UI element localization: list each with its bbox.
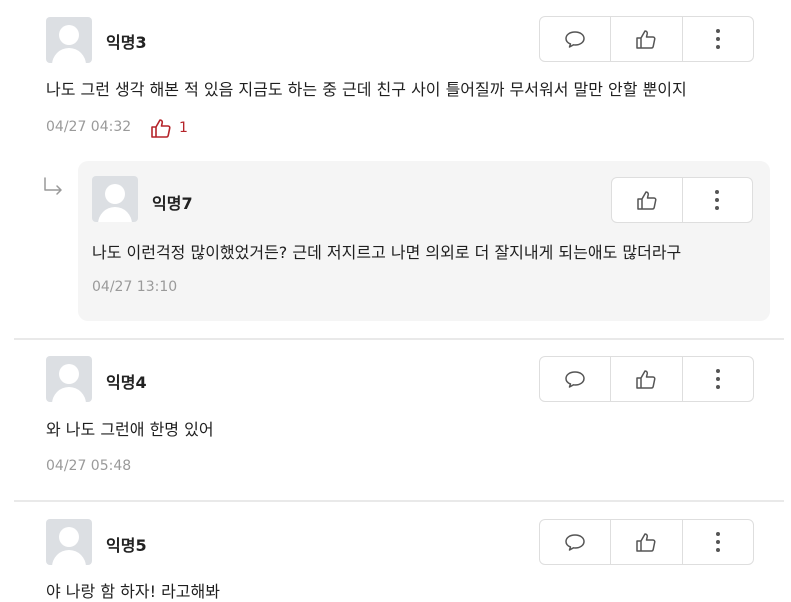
reply-button[interactable] xyxy=(540,17,610,61)
more-button[interactable] xyxy=(681,178,753,222)
comment-actions xyxy=(539,16,754,62)
speech-bubble-icon xyxy=(565,31,585,48)
comment-actions xyxy=(539,356,754,402)
comment-text: 야 나랑 함 하자! 라고해봐 xyxy=(46,582,220,601)
comment-actions xyxy=(539,519,754,565)
reply-item: 익명7 나도 이런걱정 많이했었거든? 근데 저지르고 나면 의외로 더 잘지내… xyxy=(78,161,770,321)
thumbs-up-icon xyxy=(636,30,656,49)
like-button[interactable] xyxy=(610,520,681,564)
reply-arrow-icon xyxy=(44,177,62,195)
speech-bubble-icon xyxy=(565,534,585,551)
like-button[interactable] xyxy=(610,17,681,61)
comment-author[interactable]: 익명4 xyxy=(106,369,147,393)
comment-text: 나도 이런걱정 많이했었거든? 근데 저지르고 나면 의외로 더 잘지내게 되는… xyxy=(92,243,682,262)
comment-timestamp: 04/27 04:32 xyxy=(46,119,132,135)
thumbs-up-icon xyxy=(637,191,657,210)
comment-item: 익명5 야 나랑 함 하자! 라고해봐 xyxy=(0,502,791,602)
comment-timestamp: 04/27 05:48 xyxy=(46,458,132,474)
comment-author[interactable]: 익명3 xyxy=(106,29,147,53)
avatar[interactable] xyxy=(46,519,92,565)
like-count[interactable]: 1 xyxy=(150,117,188,139)
like-button[interactable] xyxy=(610,357,681,401)
thumbs-up-icon xyxy=(151,119,171,138)
thumbs-up-icon xyxy=(636,370,656,389)
more-button[interactable] xyxy=(681,357,753,401)
avatar[interactable] xyxy=(92,176,138,222)
like-count-value: 1 xyxy=(179,120,188,136)
comment-author[interactable]: 익명7 xyxy=(152,190,193,214)
reply-button[interactable] xyxy=(540,520,610,564)
more-vertical-icon xyxy=(715,369,720,389)
more-button[interactable] xyxy=(681,17,753,61)
comment-timestamp: 04/27 13:10 xyxy=(92,279,178,295)
avatar[interactable] xyxy=(46,17,92,63)
more-vertical-icon xyxy=(715,532,720,552)
like-button[interactable] xyxy=(612,178,682,222)
comment-text: 와 나도 그런애 한명 있어 xyxy=(46,420,214,439)
comment-text: 나도 그런 생각 해본 적 있음 지금도 하는 중 근데 친구 사이 틀어질까 … xyxy=(46,80,687,99)
more-button[interactable] xyxy=(681,520,753,564)
more-vertical-icon xyxy=(715,190,720,210)
thumbs-up-icon xyxy=(636,533,656,552)
comment-item: 익명3 나도 그런 생각 해본 적 있음 지금도 하는 중 근데 친구 사이 틀… xyxy=(0,0,791,160)
comment-author[interactable]: 익명5 xyxy=(106,532,147,556)
comment-actions xyxy=(611,177,753,223)
speech-bubble-icon xyxy=(565,371,585,388)
comment-item: 익명4 와 나도 그런애 한명 있어 04/27 05:48 xyxy=(0,340,791,500)
avatar[interactable] xyxy=(46,356,92,402)
reply-button[interactable] xyxy=(540,357,610,401)
more-vertical-icon xyxy=(715,29,720,49)
